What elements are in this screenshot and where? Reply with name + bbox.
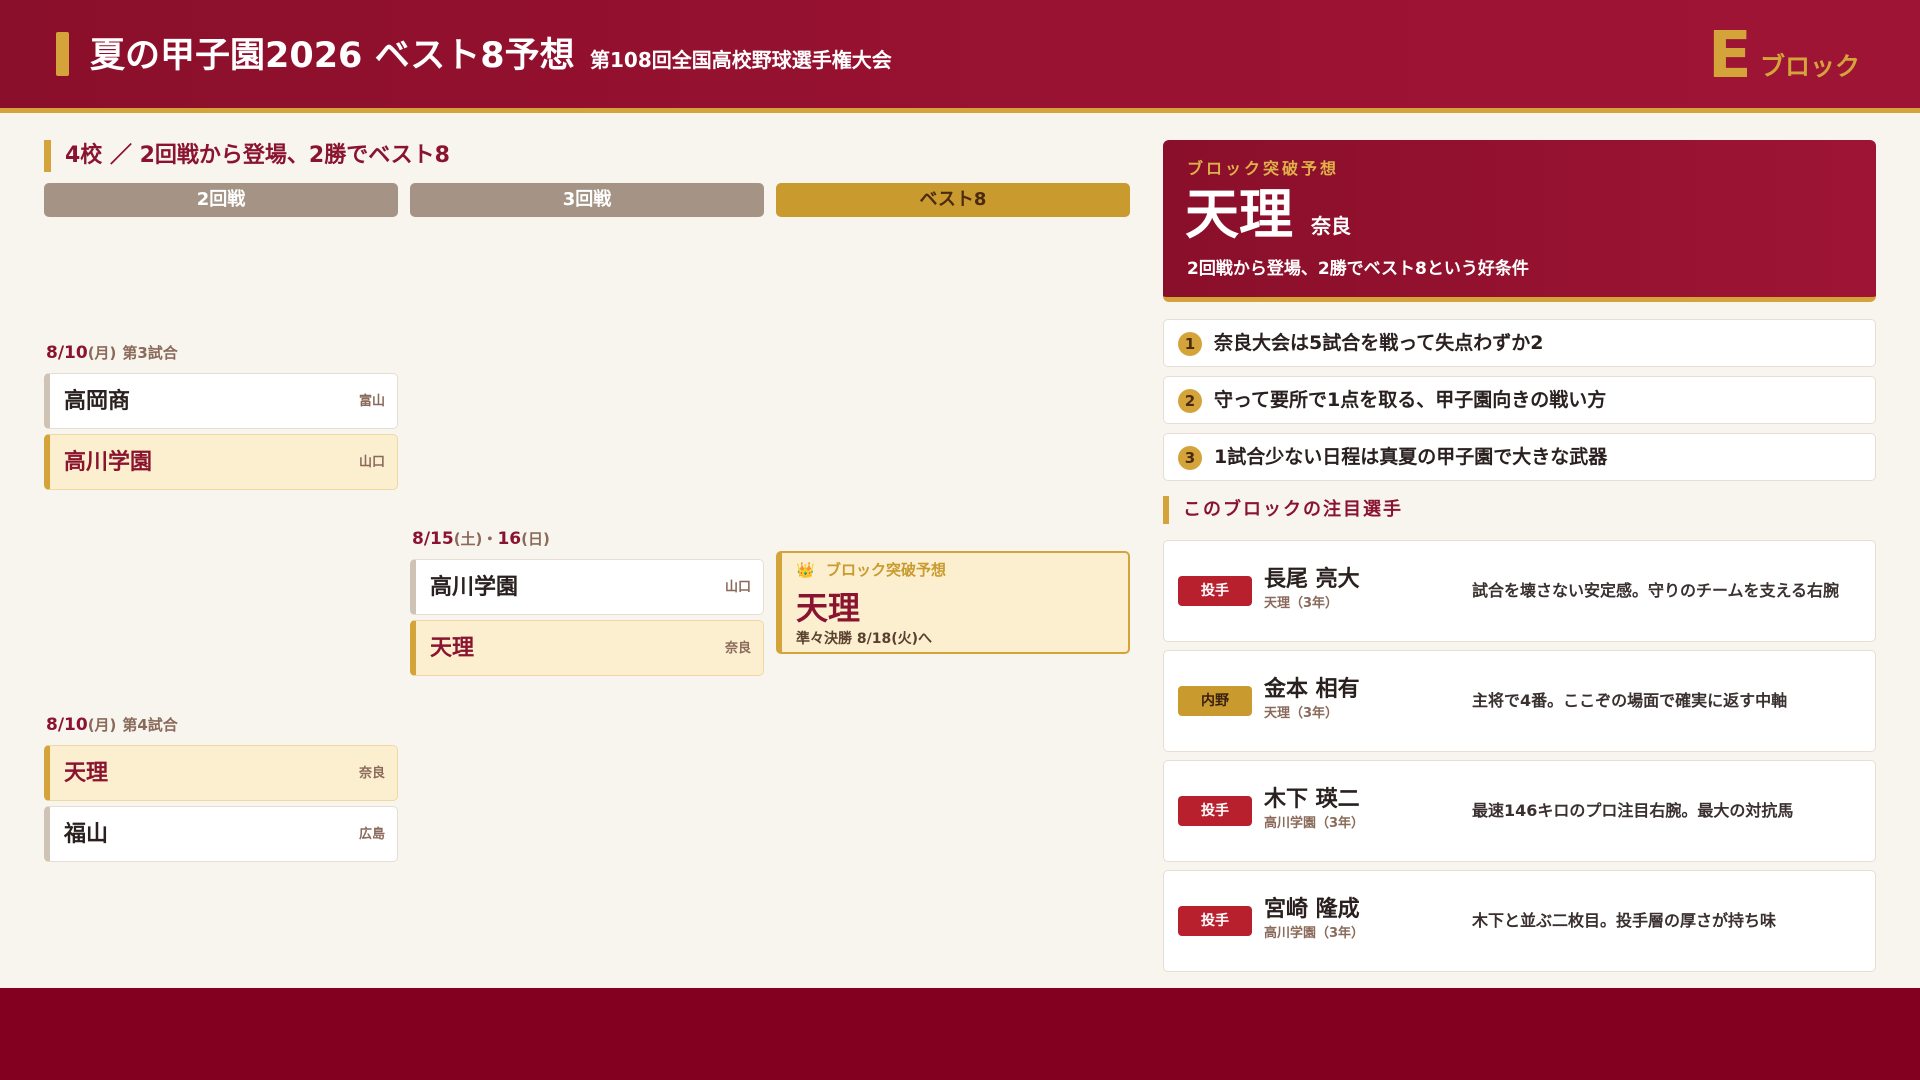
match3-date: 8/15 bbox=[412, 529, 454, 549]
player-card: 投手 長尾 亮大 天理（3年） 試合を壊さない安定感。守りのチームを支える右腕 bbox=[1163, 540, 1876, 642]
player-name: 木下 瑛二 bbox=[1264, 787, 1360, 812]
hero-label: ブロック突破予想 bbox=[1187, 159, 1340, 178]
match2-weekday: (月) bbox=[87, 716, 117, 734]
team-name: 天理 bbox=[430, 636, 475, 661]
team-name: 高川学園 bbox=[64, 450, 153, 475]
point-number: 2 bbox=[1178, 389, 1202, 413]
key-point: 3 1試合少ない日程は真夏の甲子園で大きな武器 bbox=[1163, 433, 1876, 481]
match2-date: 8/10 bbox=[46, 715, 88, 735]
key-point: 1 奈良大会は5試合を戦って失点わずか2 bbox=[1163, 319, 1876, 367]
round-label-3rd: 3回戦 bbox=[410, 183, 764, 217]
prediction-team: 天理 bbox=[796, 589, 861, 627]
team-name: 天理 bbox=[64, 761, 109, 786]
team-name: 高川学園 bbox=[430, 575, 519, 600]
team-prefecture: 山口 bbox=[358, 455, 385, 470]
players-section-title: このブロックの注目選手 bbox=[1163, 496, 1403, 524]
player-description: 主将で4番。ここぞの場面で確実に返す中軸 bbox=[1472, 691, 1788, 710]
player-card: 投手 宮崎 隆成 高川学園（3年） 木下と並ぶ二枚目。投手層の厚さが持ち味 bbox=[1163, 870, 1876, 972]
player-card: 内野 金本 相有 天理（3年） 主将で4番。ここぞの場面で確実に返す中軸 bbox=[1163, 650, 1876, 752]
point-text: 1試合少ない日程は真夏の甲子園で大きな武器 bbox=[1214, 446, 1608, 468]
match1-label: 8/10(月) 第3試合 bbox=[46, 341, 178, 365]
match1-date: 8/10 bbox=[46, 343, 88, 363]
crown-icon: 👑 bbox=[796, 561, 815, 579]
player-school: 高川学園（3年） bbox=[1264, 816, 1365, 831]
team-card-winner: 高川学園 山口 bbox=[44, 434, 398, 490]
match1-weekday: (月) bbox=[87, 344, 117, 362]
team-name: 高岡商 bbox=[64, 389, 131, 414]
page-subtitle: 第108回全国高校野球選手権大会 bbox=[590, 48, 892, 72]
team-card-winner: 天理 奈良 bbox=[410, 620, 764, 676]
team-prefecture: 奈良 bbox=[358, 766, 385, 781]
key-point: 2 守って要所で1点を取る、甲子園向きの戦い方 bbox=[1163, 376, 1876, 424]
match2-game: 第4試合 bbox=[122, 716, 178, 734]
page-title: 夏の甲子園2026 ベスト8予想 bbox=[90, 36, 575, 76]
team-prefecture: 富山 bbox=[358, 394, 385, 409]
prediction-hero: ブロック突破予想 天理 奈良 2回戦から登場、2勝でベスト8という好条件 bbox=[1163, 140, 1876, 302]
player-name: 金本 相有 bbox=[1264, 677, 1360, 702]
player-name: 宮崎 隆成 bbox=[1264, 897, 1360, 922]
hero-team: 天理 bbox=[1185, 183, 1293, 246]
point-number: 1 bbox=[1178, 332, 1202, 356]
player-school: 天理（3年） bbox=[1264, 596, 1339, 611]
bracket-section-title: 4校 ／ 2回戦から登場、2勝でベスト8 bbox=[44, 140, 450, 172]
position-badge: 投手 bbox=[1178, 796, 1252, 826]
block-letter: E bbox=[1708, 19, 1752, 93]
player-name: 長尾 亮大 bbox=[1264, 567, 1360, 592]
header-accent-bar bbox=[56, 32, 69, 76]
footer-band bbox=[0, 988, 1920, 1080]
position-badge: 投手 bbox=[1178, 576, 1252, 606]
player-description: 最速146キロのプロ注目右腕。最大の対抗馬 bbox=[1472, 801, 1794, 820]
hero-description: 2回戦から登場、2勝でベスト8という好条件 bbox=[1187, 259, 1529, 279]
point-text: 守って要所で1点を取る、甲子園向きの戦い方 bbox=[1214, 389, 1607, 411]
player-description: 試合を壊さない安定感。守りのチームを支える右腕 bbox=[1472, 581, 1840, 600]
team-card: 高川学園 山口 bbox=[410, 559, 764, 615]
round-label-2nd: 2回戦 bbox=[44, 183, 398, 217]
round-label-best8: ベスト8 bbox=[776, 183, 1130, 217]
header-banner: 夏の甲子園2026 ベスト8予想 第108回全国高校野球選手権大会 E ブロック bbox=[0, 0, 1920, 113]
match3-label: 8/15(土)・16(日) bbox=[412, 527, 550, 551]
prediction-label: ブロック突破予想 bbox=[826, 561, 947, 579]
match3-sep: ・ bbox=[482, 530, 498, 548]
player-school: 天理（3年） bbox=[1264, 706, 1339, 721]
position-badge: 投手 bbox=[1178, 906, 1252, 936]
team-prefecture: 山口 bbox=[724, 580, 751, 595]
player-card: 投手 木下 瑛二 高川学園（3年） 最速146キロのプロ注目右腕。最大の対抗馬 bbox=[1163, 760, 1876, 862]
team-name: 福山 bbox=[64, 822, 109, 847]
hero-prefecture: 奈良 bbox=[1311, 214, 1351, 238]
team-card-winner: 天理 奈良 bbox=[44, 745, 398, 801]
team-card: 高岡商 富山 bbox=[44, 373, 398, 429]
prediction-card: 👑 ブロック突破予想 天理 準々決勝 8/18(火)へ bbox=[776, 551, 1130, 654]
point-number: 3 bbox=[1178, 446, 1202, 470]
match3-date2: 16 bbox=[497, 529, 522, 549]
team-card: 福山 広島 bbox=[44, 806, 398, 862]
prediction-next-game: 準々決勝 8/18(火)へ bbox=[796, 631, 933, 647]
position-badge: 内野 bbox=[1178, 686, 1252, 716]
player-description: 木下と並ぶ二枚目。投手層の厚さが持ち味 bbox=[1472, 911, 1777, 930]
match3-weekday1: (土) bbox=[453, 530, 483, 548]
team-prefecture: 広島 bbox=[358, 827, 385, 842]
point-text: 奈良大会は5試合を戦って失点わずか2 bbox=[1214, 332, 1544, 354]
match3-weekday2: (日) bbox=[521, 530, 550, 548]
block-word: ブロック bbox=[1760, 52, 1861, 81]
match2-label: 8/10(月) 第4試合 bbox=[46, 713, 178, 737]
team-prefecture: 奈良 bbox=[724, 641, 751, 656]
match1-game: 第3試合 bbox=[122, 344, 178, 362]
player-school: 高川学園（3年） bbox=[1264, 926, 1365, 941]
